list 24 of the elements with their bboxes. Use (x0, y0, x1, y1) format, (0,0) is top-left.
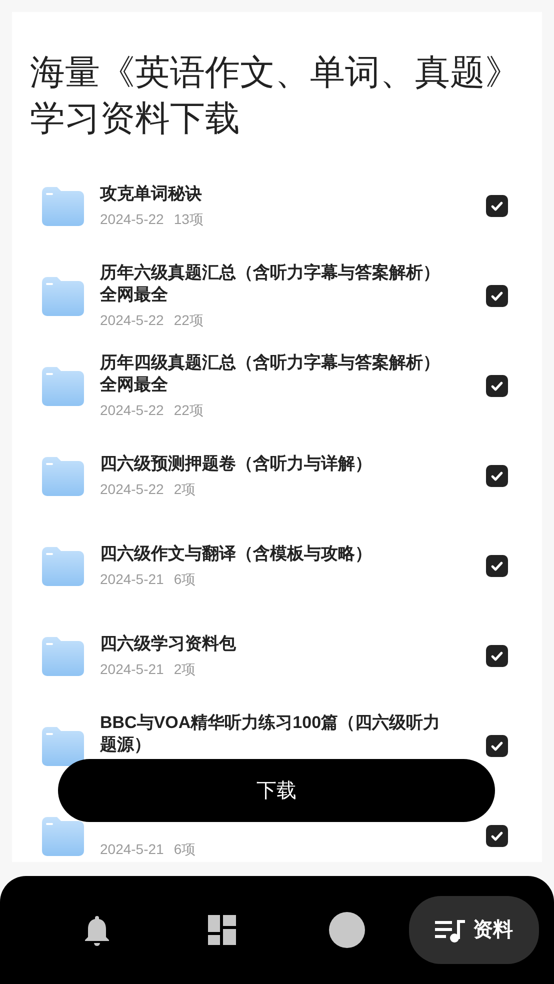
item-count: 2项 (174, 481, 196, 498)
item-count: 2项 (174, 661, 196, 678)
file-date: 2024-5-21 (100, 571, 164, 588)
file-date: 2024-5-22 (100, 481, 164, 498)
file-name: 四六级预测押题卷（含听力与详解） (100, 452, 373, 475)
item-count: 22项 (174, 312, 204, 328)
item-count: 13项 (174, 211, 204, 228)
file-date: 2024-5-22 (100, 402, 164, 418)
item-count: 22项 (174, 402, 204, 418)
file-name: 四六级作文与翻译（含模板与攻略） (100, 542, 373, 565)
file-name: 历年四级真题汇总（含听力字幕与答案解析）全网最全 (100, 352, 441, 396)
item-count: 6项 (174, 841, 196, 858)
file-date: 2024-5-22 (100, 312, 164, 328)
item-count: 6项 (174, 571, 196, 588)
download-button[interactable]: 下载 (58, 759, 495, 822)
page-title: 海量《英语作文、单词、真题》学习资料下载 (29, 52, 521, 140)
file-name: 攻克单词秘诀 (100, 182, 203, 205)
library-tab[interactable]: 资料 (409, 896, 540, 964)
file-date: 2024-5-22 (100, 211, 164, 228)
file-name: 四六级学习资料包 (100, 632, 237, 655)
file-name: 历年六级真题汇总（含听力字幕与答案解析）全网最全 (100, 262, 441, 306)
file-name: BBC与VOA精华听力练习100篇（四六级听力题源） (100, 712, 442, 756)
file-date: 2024-5-21 (100, 661, 164, 678)
file-date: 2024-5-21 (100, 841, 164, 858)
